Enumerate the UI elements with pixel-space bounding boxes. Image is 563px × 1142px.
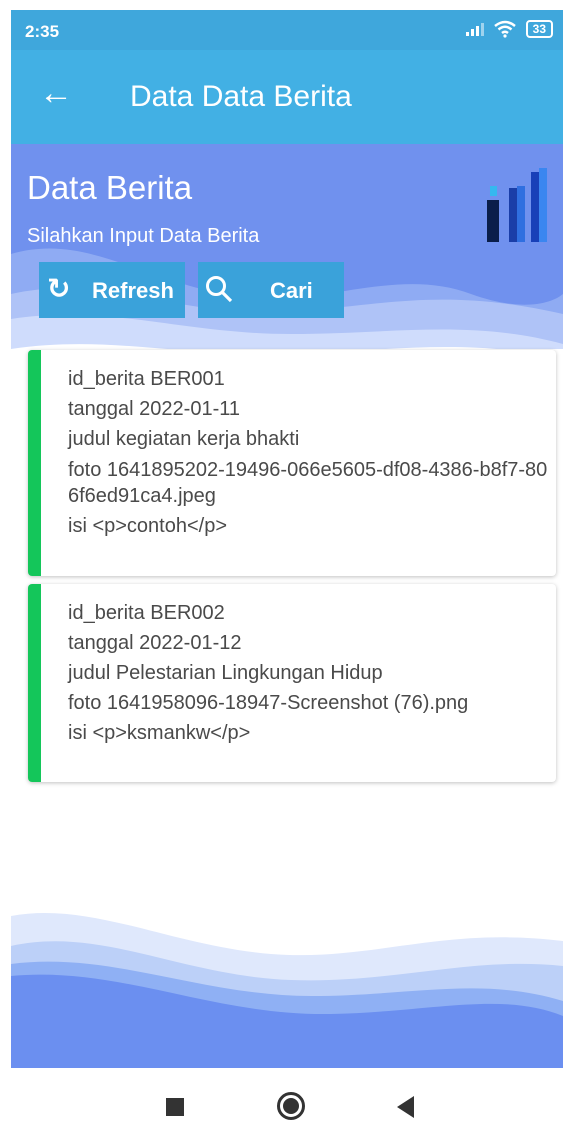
- card-body: id_berita BER001 tanggal 2022-01-11 judu…: [68, 364, 550, 541]
- status-icons: 33: [465, 20, 553, 38]
- home-icon[interactable]: [277, 1092, 305, 1120]
- recents-icon[interactable]: [166, 1098, 184, 1116]
- back-arrow-icon[interactable]: ←: [39, 76, 73, 110]
- signal-icon: [465, 22, 484, 36]
- card-photo: foto 1641895202-19496-066e5605-df08-4386…: [68, 459, 548, 507]
- search-button[interactable]: Cari: [198, 262, 344, 318]
- search-icon: [206, 276, 233, 303]
- card-title: judul Pelestarian Lingkungan Hidup: [68, 662, 383, 684]
- bar-chart-icon: [487, 168, 547, 242]
- system-nav-bar: [0, 1068, 563, 1142]
- section-subtitle: Silahkan Input Data Berita: [27, 225, 260, 247]
- card-title: judul kegiatan kerja bhakti: [68, 428, 300, 450]
- phone-screen: 2:35 33 ← Data Data Berita Data Berita S…: [11, 10, 563, 1068]
- refresh-button[interactable]: ↻ Refresh: [39, 262, 185, 318]
- card-date: tanggal 2022-01-11: [68, 398, 240, 420]
- back-icon[interactable]: [397, 1096, 414, 1118]
- status-bar: 2:35 33: [11, 10, 563, 50]
- card-content: isi <p>contoh</p>: [68, 515, 228, 537]
- card-photo: foto 1641958096-18947-Screenshot (76).pn…: [68, 692, 469, 714]
- refresh-icon: ↻: [47, 273, 71, 304]
- footer-waves: [11, 912, 563, 1068]
- card-date: tanggal 2022-01-12: [68, 632, 242, 654]
- card-body: id_berita BER002 tanggal 2022-01-12 judu…: [68, 598, 550, 748]
- app-bar: ← Data Data Berita: [11, 50, 563, 144]
- wifi-icon: [493, 20, 516, 38]
- news-card[interactable]: id_berita BER001 tanggal 2022-01-11 judu…: [28, 350, 556, 576]
- section-title: Data Berita: [27, 169, 193, 206]
- page-title: Data Data Berita: [130, 80, 352, 113]
- card-id: id_berita BER002: [68, 602, 225, 624]
- refresh-label: Refresh: [92, 278, 174, 303]
- search-label: Cari: [270, 278, 313, 303]
- card-accent: [28, 584, 41, 782]
- status-time: 2:35: [25, 22, 60, 41]
- card-accent: [28, 350, 41, 576]
- card-id: id_berita BER001: [68, 368, 225, 390]
- news-card[interactable]: id_berita BER002 tanggal 2022-01-12 judu…: [28, 584, 556, 782]
- card-content: isi <p>ksmankw</p>: [68, 722, 251, 744]
- battery-icon: 33: [525, 20, 553, 38]
